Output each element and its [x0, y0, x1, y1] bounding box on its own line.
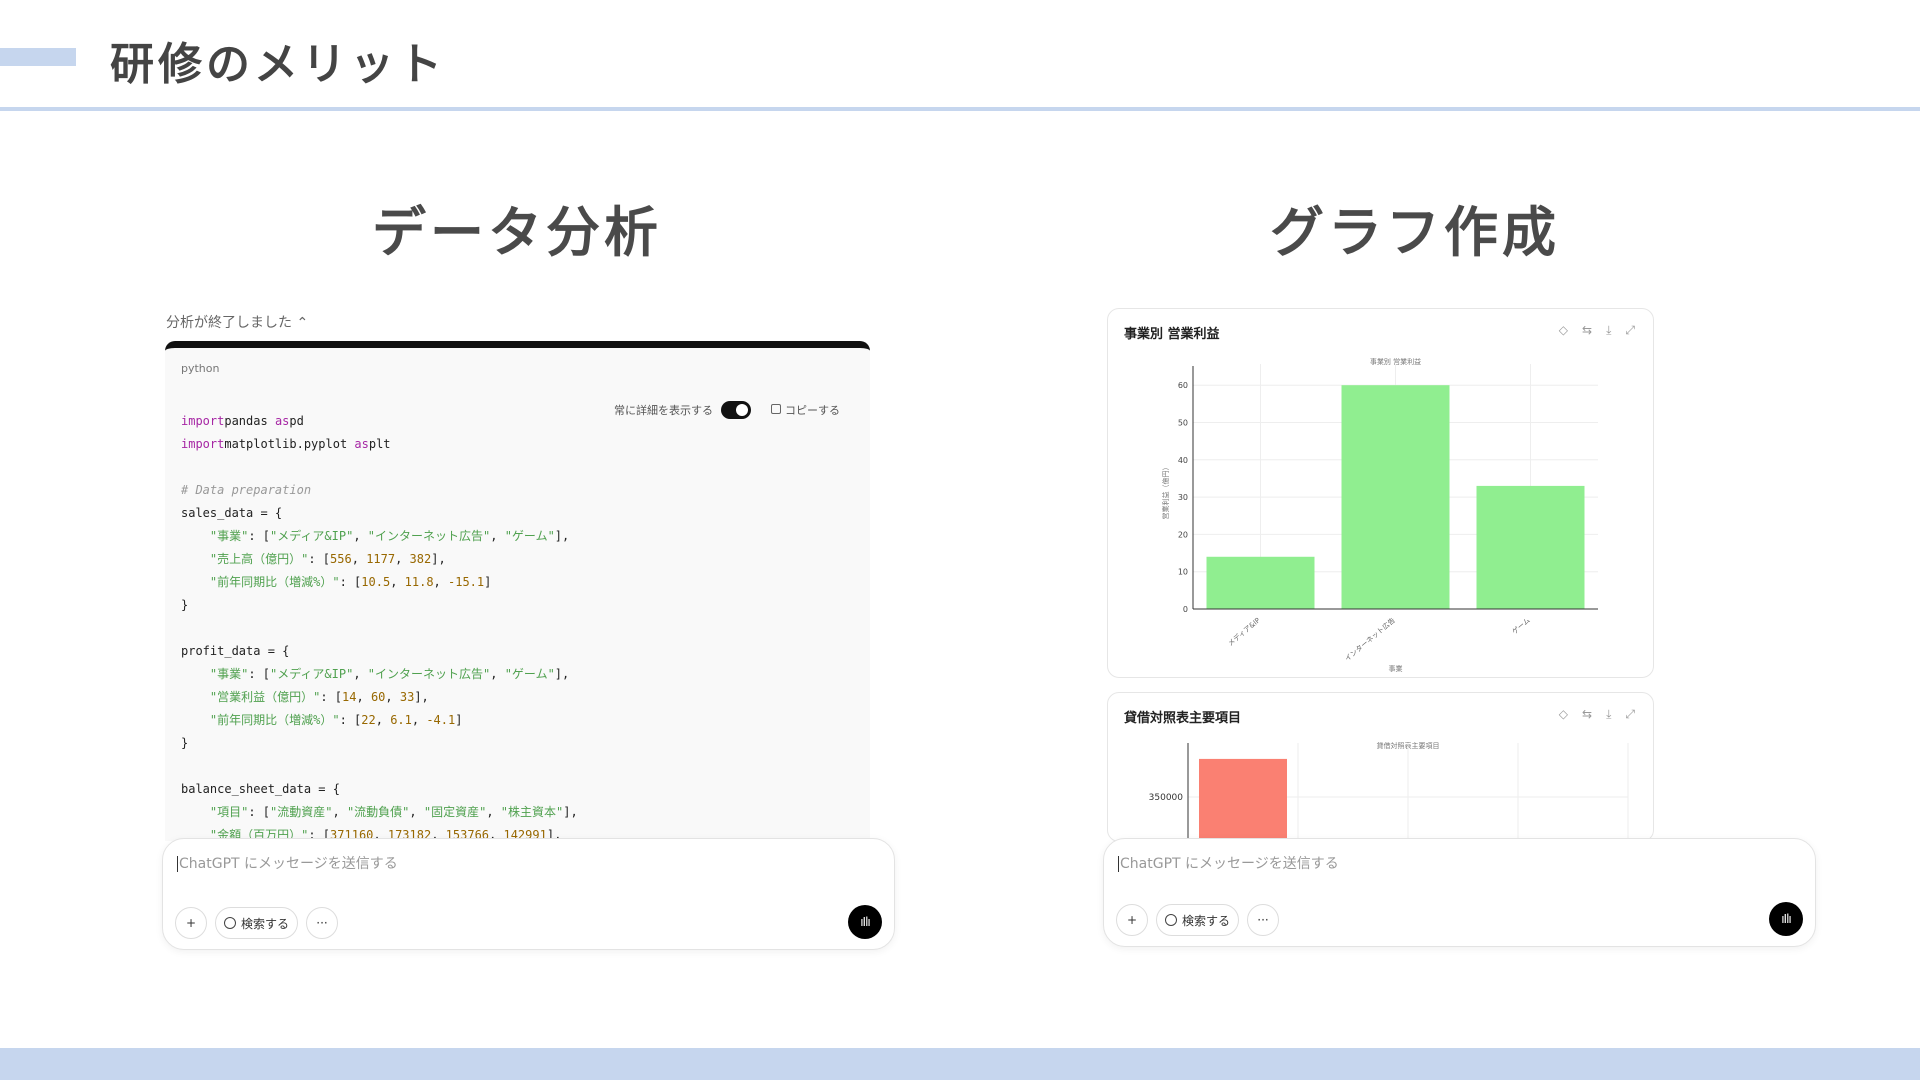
chart-card-operating-profit: 事業別 営業利益 ◇ ⇆ ⤓ ⤢ 事業別 営業利益 0 10 20 30 40 50 60 メデ…	[1107, 308, 1654, 678]
attach-button[interactable]: +	[175, 907, 207, 939]
code-block: python 常に詳細を表示する コピーする importpandas aspd…	[165, 341, 870, 841]
voice-wave-icon: ıIlı	[860, 915, 871, 929]
toggle-knob	[736, 404, 748, 416]
code-line: importmatplotlib.pyplot asplt	[181, 437, 391, 451]
text-caret	[177, 856, 178, 872]
code-line: profit_data = {	[181, 644, 290, 658]
operating-profit-chart: 事業別 営業利益0102030405060メディア&IP インターネット広告 ゲーム…	[1161, 357, 1598, 673]
voice-wave-icon: ıIlı	[1781, 912, 1792, 926]
placeholder-text: ChatGPT にメッセージを送信する	[179, 856, 398, 872]
y-tick-label: 350000	[1149, 793, 1184, 803]
code-line: importpandas aspd	[181, 414, 304, 428]
code-toolbar: 常に詳細を表示する コピーする	[614, 401, 840, 419]
graph-creation-heading: グラフ作成	[1270, 201, 1560, 264]
copy-icon	[771, 404, 781, 414]
voice-mode-button[interactable]: ıIlı	[1769, 902, 1803, 936]
chat-placeholder[interactable]: ChatGPT にメッセージを送信する	[1118, 853, 1339, 873]
bar	[1206, 556, 1315, 609]
chat-input-left[interactable]: ChatGPT にメッセージを送信する + 検索する ··· ıIlı	[162, 838, 895, 950]
x-tick-label: メディア&IP	[1226, 616, 1262, 648]
code-lines: importpandas aspd importmatplotlib.pyplot…	[181, 410, 578, 841]
x-tick-label: インターネット広告	[1343, 616, 1397, 663]
search-button[interactable]: 検索する	[1156, 904, 1240, 936]
x-tick-label: ゲーム	[1510, 616, 1532, 636]
y-tick-label: 50	[1178, 418, 1188, 427]
globe-icon	[1165, 914, 1177, 926]
slide-title: 研修のメリット	[110, 39, 446, 90]
code-line: "項目": ["流動資産", "流動負債", "固定資産", "株主資本"],	[209, 805, 578, 819]
data-analysis-heading: データ分析	[372, 201, 662, 264]
analysis-status-toggle[interactable]: 分析が終了しました ⌃	[166, 312, 308, 332]
code-line: "事業": ["メディア&IP", "インターネット広告", "ゲーム"],	[209, 529, 570, 543]
code-line: balance_sheet_data = {	[181, 782, 340, 796]
code-line: "事業": ["メディア&IP", "インターネット広告", "ゲーム"],	[209, 667, 570, 681]
chat-tools: + 検索する ···	[1116, 904, 1280, 936]
code-line: "前年同期比（増減%）": [10.5, 11.8, -15.1]	[209, 575, 492, 589]
y-tick-label: 10	[1178, 568, 1188, 577]
bar	[1341, 385, 1450, 609]
more-button[interactable]: ···	[306, 907, 339, 939]
copy-button[interactable]: コピーする	[771, 402, 840, 418]
text-caret	[1118, 856, 1119, 872]
more-button[interactable]: ···	[1247, 904, 1280, 936]
bar	[1199, 758, 1287, 841]
show-details-label: 常に詳細を表示する	[614, 404, 713, 417]
show-details-toggle[interactable]	[721, 401, 751, 419]
chat-input-right[interactable]: ChatGPT にメッセージを送信する + 検索する ··· ıIlı	[1103, 838, 1816, 947]
chart-card-balance-sheet: 貸借対照表主要項目 ◇ ⇆ ⤓ ⤢ 貸借対照表主要項目300000350000	[1107, 692, 1654, 842]
voice-mode-button[interactable]: ıIlı	[848, 905, 882, 939]
y-tick-label: 0	[1183, 605, 1188, 614]
attach-button[interactable]: +	[1116, 904, 1148, 936]
y-tick-label: 20	[1178, 530, 1188, 539]
code-line: # Data preparation	[181, 483, 312, 497]
x-axis-label: 事業	[1389, 664, 1403, 673]
placeholder-text: ChatGPT にメッセージを送信する	[1120, 856, 1339, 872]
slide: 研修のメリット データ分析 グラフ作成 分析が終了しました ⌃ python 常…	[0, 0, 1920, 1080]
title-accent-bar	[0, 48, 76, 66]
chat-tools: + 検索する ···	[175, 907, 339, 939]
code-line: }	[181, 598, 189, 612]
search-label: 検索する	[241, 916, 290, 931]
search-button[interactable]: 検索する	[215, 907, 299, 939]
title-divider	[0, 107, 1920, 111]
bar	[1476, 485, 1585, 609]
code-line: "前年同期比（増減%）": [22, 6.1, -4.1]	[209, 713, 463, 727]
code-language-label: python	[181, 362, 220, 375]
y-tick-label: 60	[1178, 381, 1188, 390]
code-line: "売上高（億円）": [556, 1177, 382],	[209, 552, 446, 566]
balance-sheet-chart: 貸借対照表主要項目300000350000	[1149, 741, 1629, 841]
search-label: 検索する	[1182, 913, 1231, 928]
copy-label: コピーする	[785, 404, 840, 417]
code-line: sales_data = {	[181, 506, 283, 520]
y-tick-label: 40	[1178, 456, 1188, 465]
globe-icon	[224, 917, 236, 929]
y-axis-label: 営業利益（億円）	[1161, 464, 1170, 520]
y-tick-label: 30	[1178, 493, 1188, 502]
footer-band	[0, 1048, 1920, 1080]
code-line: }	[181, 736, 189, 750]
code-line: "営業利益（億円）": [14, 60, 33],	[209, 690, 429, 704]
chat-placeholder[interactable]: ChatGPT にメッセージを送信する	[177, 853, 398, 873]
